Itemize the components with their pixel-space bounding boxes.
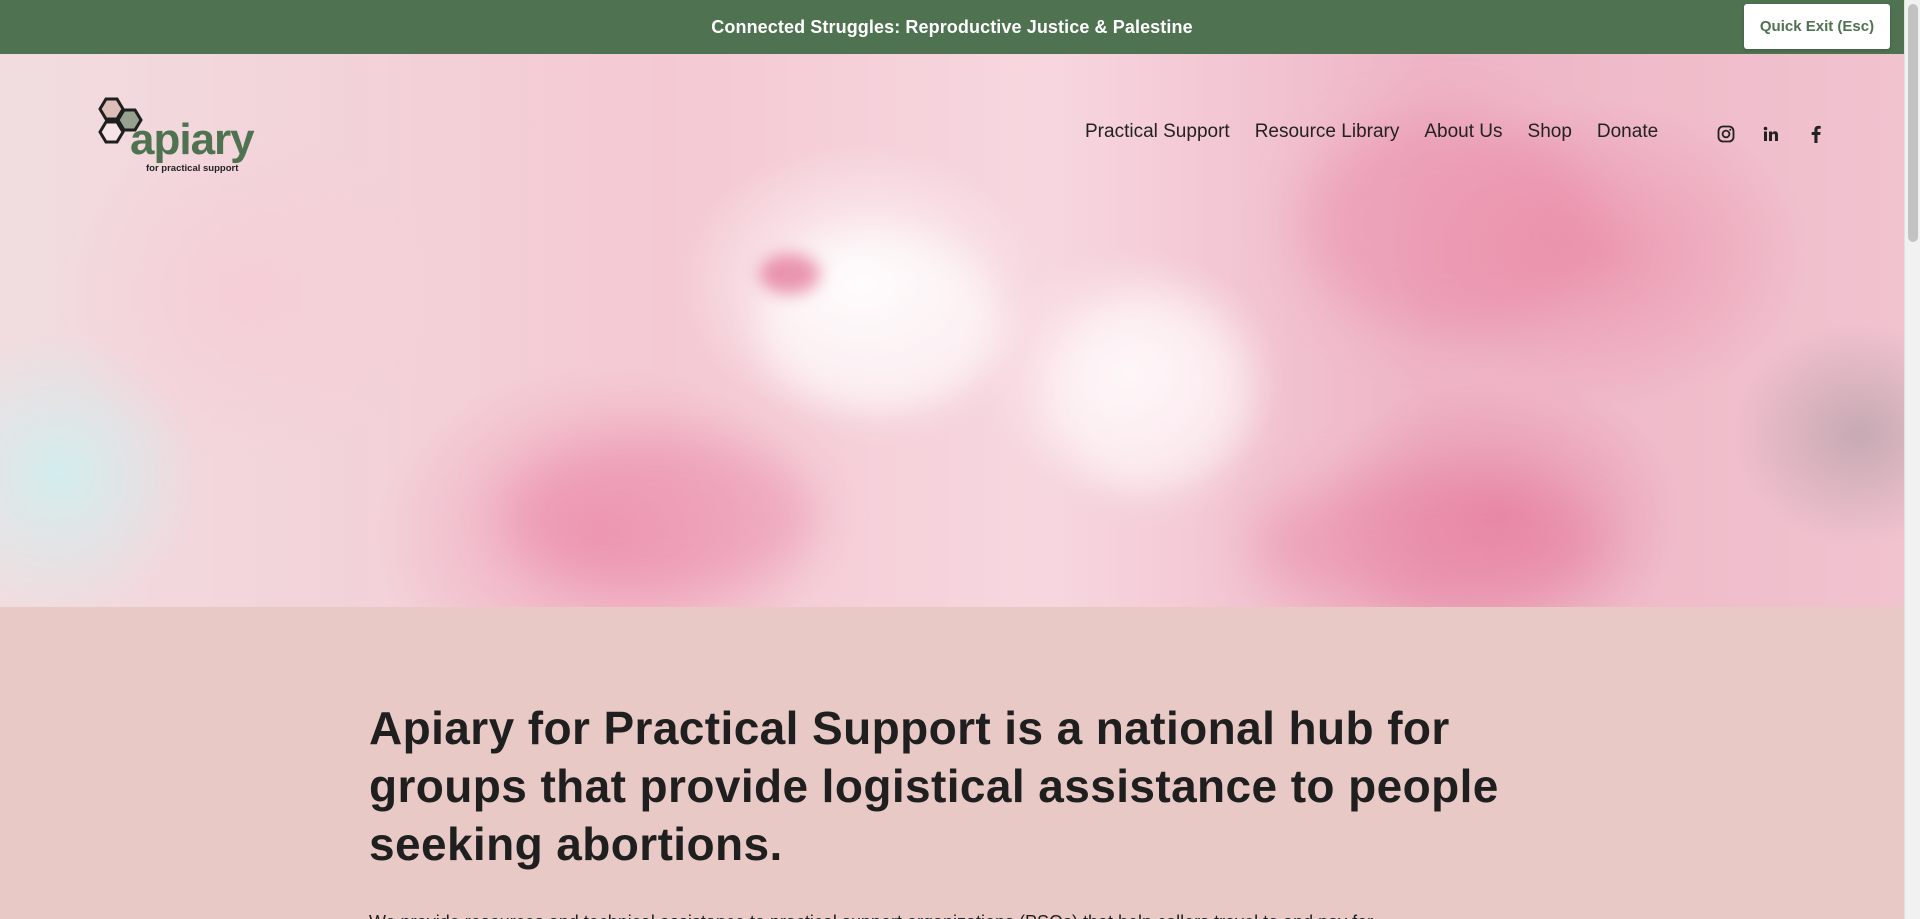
logo-wordmark: apiary: [130, 115, 255, 164]
social-links: [1716, 124, 1851, 144]
page: Connected Struggles: Reproductive Justic…: [0, 0, 1920, 919]
intro-section: Apiary for Practical Support is a nation…: [0, 607, 1904, 919]
instagram-icon[interactable]: [1716, 124, 1736, 144]
apiary-logo[interactable]: apiary for practical support: [92, 96, 282, 176]
peony-highlight: [1050, 294, 1250, 494]
nav-about-us[interactable]: About Us: [1424, 121, 1502, 143]
peony-shadow: [500, 434, 820, 594]
nav-donate[interactable]: Donate: [1597, 121, 1658, 143]
linkedin-icon[interactable]: [1761, 124, 1781, 144]
facebook-icon[interactable]: [1806, 124, 1826, 144]
logo-tagline: for practical support: [146, 163, 239, 174]
announcement-link[interactable]: Connected Struggles: Reproductive Justic…: [711, 17, 1192, 38]
nav-resource-library[interactable]: Resource Library: [1255, 121, 1400, 143]
nav-shop[interactable]: Shop: [1528, 121, 1572, 143]
quick-exit-button[interactable]: Quick Exit (Esc): [1744, 4, 1890, 49]
page-scrollbar[interactable]: [1904, 0, 1920, 919]
site-header: apiary for practical support Practical S…: [0, 54, 1904, 173]
announcement-bar: Connected Struggles: Reproductive Justic…: [0, 0, 1904, 54]
peony-center: [760, 254, 820, 294]
nav-practical-support[interactable]: Practical Support: [1085, 121, 1230, 143]
scrollbar-thumb[interactable]: [1908, 4, 1918, 242]
intro-paragraph: We provide resources and technical assis…: [369, 909, 1519, 919]
main-nav: Practical Support Resource Library About…: [1085, 121, 1683, 143]
peony-shadow: [1250, 474, 1610, 607]
page-headline: Apiary for Practical Support is a nation…: [369, 702, 1499, 870]
